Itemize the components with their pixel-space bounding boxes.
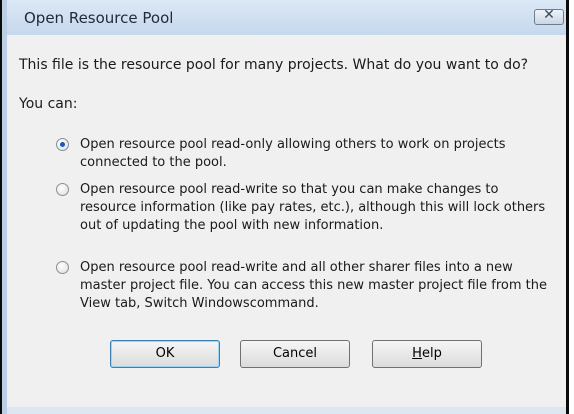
window-title: Open Resource Pool: [24, 9, 174, 27]
option-read-write-label[interactable]: Open resource pool read-write so that yo…: [80, 181, 555, 235]
question-text: This file is the resource pool for many …: [19, 57, 529, 73]
you-can-label: You can:: [19, 96, 78, 112]
close-icon: ✕: [543, 7, 555, 23]
radio-read-only[interactable]: [56, 138, 69, 151]
title-bar[interactable]: Open Resource Pool ✕: [7, 0, 566, 35]
cancel-button[interactable]: Cancel: [240, 340, 350, 368]
help-accelerator: H: [412, 346, 422, 361]
window-edge-right: [566, 0, 569, 414]
radio-read-write-master[interactable]: [56, 261, 69, 274]
radio-read-write[interactable]: [56, 183, 69, 196]
option-read-only-label[interactable]: Open resource pool read-only allowing ot…: [80, 136, 555, 172]
help-button[interactable]: Help: [372, 340, 482, 368]
window-frame-bottom: [7, 407, 566, 414]
close-button[interactable]: ✕: [534, 7, 564, 25]
option-read-write-master-label[interactable]: Open resource pool read-write and all ot…: [80, 259, 555, 313]
ok-button[interactable]: OK: [110, 340, 220, 368]
window-edge-left: [0, 0, 2, 414]
help-label-rest: elp: [421, 346, 442, 361]
